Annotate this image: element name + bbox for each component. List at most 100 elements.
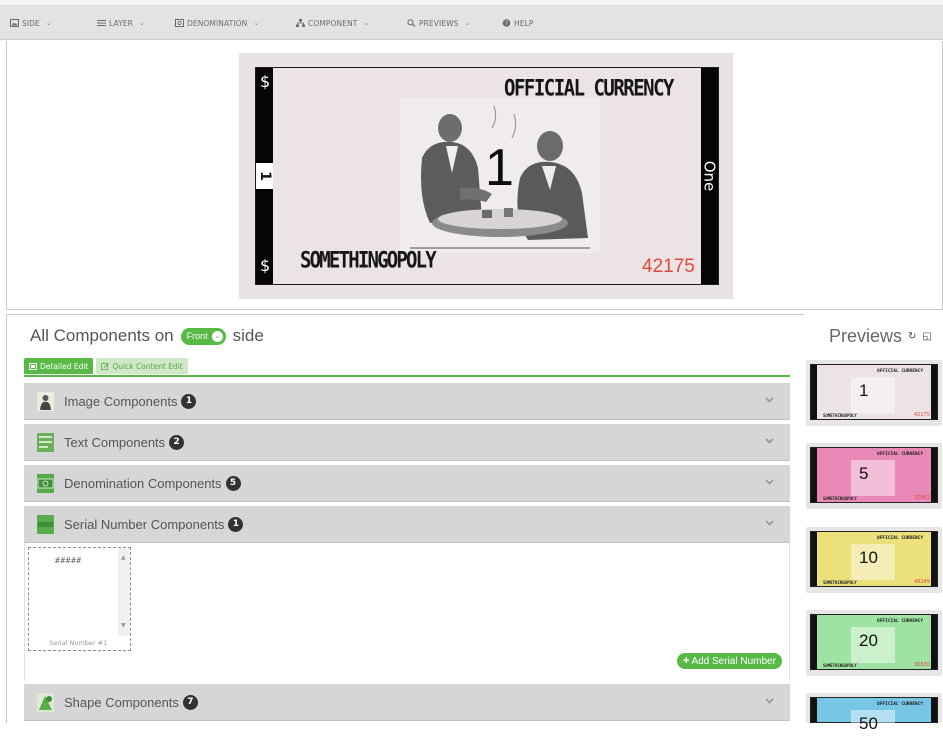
chevron-down-icon: ⌄	[211, 330, 223, 342]
preview-thumbnail[interactable]: 20 OFFICIAL CURRENCY SOMETHINGOPOLY 30830	[806, 610, 942, 676]
toolbar-component-menu[interactable]: COMPONENT ⌄	[296, 16, 369, 30]
chevron-down-icon: ⌄	[464, 19, 471, 27]
preview-brand: SOMETHINGOPOLY	[823, 580, 857, 585]
tab-quick-content-edit-label: Quick Content Edit	[112, 361, 183, 371]
preview-serial: 42175	[914, 412, 930, 418]
add-serial-number-button[interactable]: + Add Serial Number	[677, 653, 782, 669]
preview-title: OFFICIAL CURRENCY	[877, 702, 924, 707]
preview-title: OFFICIAL CURRENCY	[877, 369, 924, 374]
tab-quick-content-edit[interactable]: Quick Content Edit	[96, 358, 188, 374]
serial-pattern-text[interactable]: #####	[55, 556, 82, 565]
edit-pencil-icon	[101, 362, 110, 370]
serial-card-caption: Serial Number #1	[49, 639, 108, 647]
scroll-down-arrow-icon[interactable]: ▼	[121, 622, 126, 629]
section-serial-number-components[interactable]: Serial Number Components 1	[24, 506, 790, 543]
preview-brand: SOMETHINGOPOLY	[823, 663, 857, 668]
bill-serial-number[interactable]: 42175	[642, 256, 695, 278]
preview-serial: 48249	[914, 579, 930, 585]
chevron-down-icon	[765, 438, 774, 444]
question-circle-icon: ?	[502, 19, 511, 27]
toolbar-previews-menu[interactable]: PREVIEWS ⌄	[407, 16, 471, 30]
image-component-icon	[37, 391, 54, 411]
preview-value: 20	[859, 631, 878, 650]
section-count-badge: 2	[169, 434, 185, 450]
preview-title: OFFICIAL CURRENCY	[877, 452, 924, 457]
preview-serial: 30830	[914, 662, 930, 668]
image-icon	[10, 19, 19, 27]
toolbar-side-menu[interactable]: SIDE ⌄	[10, 16, 52, 30]
toolbar-help-menu[interactable]: ? HELP	[502, 16, 533, 30]
preview-thumbnail[interactable]: 10 OFFICIAL CURRENCY SOMETHINGOPOLY 48249	[806, 527, 942, 593]
preview-right-stripe	[931, 448, 937, 502]
serial-number-card[interactable]: ##### ▲ ▼ Serial Number #1	[28, 547, 131, 651]
toolbar-denomination-label: DENOMINATION	[187, 18, 248, 28]
chevron-down-icon	[765, 397, 774, 403]
bill-dollar-bottom: $	[260, 256, 271, 275]
preview-right-stripe	[931, 698, 937, 722]
preview-thumbnail[interactable]: 50 OFFICIAL CURRENCY	[806, 693, 942, 746]
bill-side-denomination-text: 1	[256, 171, 273, 181]
editor-canvas[interactable]: $ 1 $ 1 OFFICIAL CURRENCY SOMETHINGOPOLY…	[6, 41, 943, 310]
preview-title: OFFICIAL CURRENCY	[877, 536, 924, 541]
preview-left-stripe	[811, 532, 817, 586]
chevron-down-icon: ⌄	[138, 19, 145, 27]
preview-bill: 5 OFFICIAL CURRENCY SOMETHINGOPOLY 32863	[810, 447, 938, 503]
toolbar-help-label: HELP	[514, 18, 534, 28]
shape-component-icon	[37, 692, 54, 712]
section-label: Shape Components	[64, 694, 179, 710]
chevron-down-icon	[765, 479, 774, 485]
bars-icon	[97, 19, 106, 27]
section-label: Denomination Components	[64, 475, 222, 491]
chevron-down-icon	[765, 520, 774, 526]
section-shape-components[interactable]: Shape Components 7	[24, 684, 790, 721]
preview-left-stripe	[811, 448, 817, 502]
serial-card-scrollbar[interactable]: ▲ ▼	[118, 548, 130, 636]
bill-dollar-top: $	[260, 72, 271, 91]
preview-illustration	[851, 377, 895, 413]
preview-title: OFFICIAL CURRENCY	[877, 619, 924, 624]
heading-suffix: side	[232, 326, 264, 345]
bill-right-stripe: One	[701, 68, 719, 284]
preview-thumbnail[interactable]: 5 OFFICIAL CURRENCY SOMETHINGOPOLY 32863	[806, 443, 942, 509]
folder-open-icon[interactable]: ◱	[922, 331, 931, 342]
preview-bill: 1 OFFICIAL CURRENCY SOMETHINGOPOLY 42175	[810, 364, 938, 420]
section-text-components[interactable]: Text Components 2	[24, 424, 790, 461]
toolbar-layer-label: LAYER	[109, 18, 133, 28]
top-toolbar: SIDE ⌄ LAYER ⌄ DENOMINATION ⌄ COMPONENT …	[0, 0, 943, 40]
chevron-down-icon	[765, 698, 774, 704]
denomination-component-icon	[37, 473, 54, 493]
text-component-icon	[37, 432, 54, 452]
bill-title-text[interactable]: OFFICIAL CURRENCY	[504, 76, 674, 101]
preview-left-stripe	[811, 365, 817, 419]
preview-brand: SOMETHINGOPOLY	[823, 413, 857, 418]
section-image-components[interactable]: Image Components 1	[24, 383, 790, 420]
heading-prefix: All Components on	[30, 326, 174, 345]
section-count-badge: 5	[225, 475, 241, 491]
section-denomination-components[interactable]: Denomination Components 5	[24, 465, 790, 502]
bill-left-stripe: $ 1 $	[256, 68, 273, 284]
scroll-up-arrow-icon[interactable]: ▲	[121, 554, 126, 561]
toolbar-layer-menu[interactable]: LAYER ⌄	[97, 16, 145, 30]
preview-thumbnail[interactable]: 1 OFFICIAL CURRENCY SOMETHINGOPOLY 42175	[806, 360, 942, 426]
bill-denomination-value[interactable]: 1	[485, 142, 514, 194]
bill-canvas-frame: $ 1 $ 1 OFFICIAL CURRENCY SOMETHINGOPOLY…	[239, 53, 733, 299]
previews-title: Previews	[829, 326, 903, 346]
preview-value: 10	[859, 548, 878, 567]
side-select-value: Front	[186, 331, 208, 341]
chevron-down-icon: ⌄	[45, 19, 52, 27]
preview-value: 1	[859, 381, 869, 400]
bill-brand-text[interactable]: SOMETHINGOPOLY	[300, 248, 437, 273]
currency-bill-preview[interactable]: $ 1 $ 1 OFFICIAL CURRENCY SOMETHINGOPOLY…	[255, 67, 719, 285]
tab-detailed-edit-label: Detailed Edit	[40, 361, 89, 371]
side-select[interactable]: Front ⌄	[180, 327, 226, 345]
preview-right-stripe	[931, 532, 937, 586]
preview-illustration	[851, 460, 895, 496]
tab-detailed-edit[interactable]: Detailed Edit	[24, 358, 94, 374]
toolbar-denomination-menu[interactable]: DENOMINATION ⌄	[175, 16, 259, 30]
section-label: Serial Number Components	[64, 516, 225, 532]
chevron-down-icon: ⌄	[363, 19, 370, 27]
preview-bill: 50 OFFICIAL CURRENCY	[810, 697, 938, 746]
refresh-icon[interactable]: ↻	[908, 331, 916, 342]
toolbar-previews-label: PREVIEWS	[419, 18, 459, 28]
tabs-underline	[24, 375, 790, 377]
